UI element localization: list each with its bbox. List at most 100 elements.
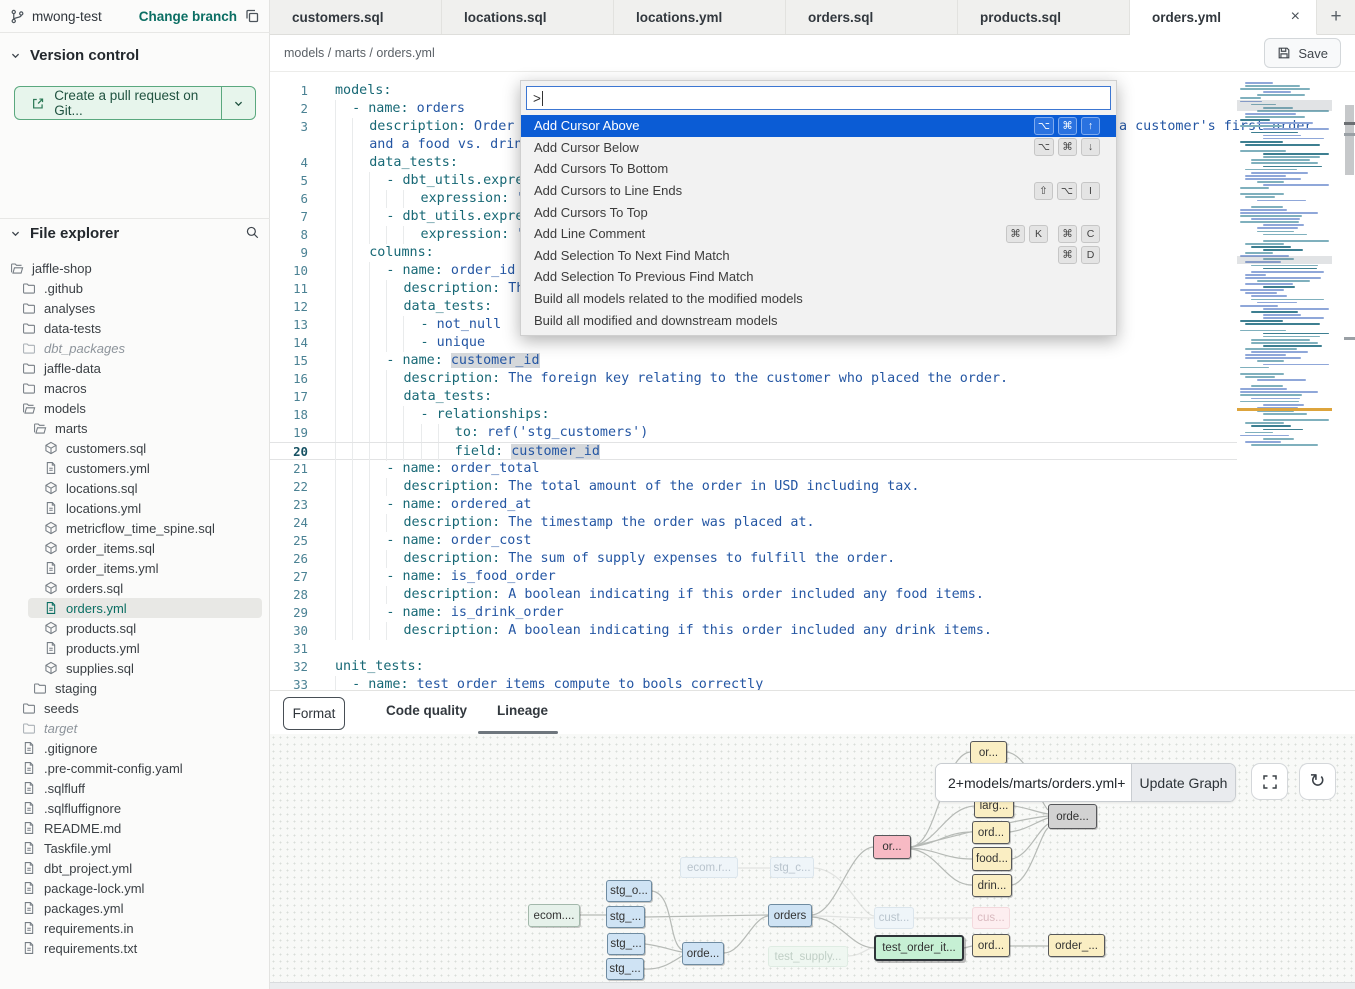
create-pr-button[interactable]: Create a pull request on Git... xyxy=(14,86,256,120)
update-graph-button[interactable]: Update Graph xyxy=(1131,764,1235,801)
tab-customers.sql[interactable]: customers.sql xyxy=(270,0,442,34)
file-explorer-header[interactable]: File explorer xyxy=(0,218,270,248)
code-line-25[interactable]: 25- name: order_cost xyxy=(270,532,1237,550)
code-line-32[interactable]: 32unit_tests: xyxy=(270,658,1237,676)
code-line-30[interactable]: 30description: A boolean indicating if t… xyxy=(270,622,1237,640)
command-item[interactable]: Add Line Comment⌘K⌘C xyxy=(521,223,1116,245)
scrollbar-thumb[interactable] xyxy=(1345,105,1354,175)
lineage-node-ecom[interactable]: ecom.... xyxy=(528,904,580,927)
tree-item-analyses[interactable]: analyses xyxy=(0,298,270,318)
tree-item-jaffle-data[interactable]: jaffle-data xyxy=(0,358,270,378)
tree-item-models[interactable]: models xyxy=(0,398,270,418)
lineage-canvas[interactable]: 2+models/marts/orders.yml+ Update Graph … xyxy=(270,734,1355,982)
tab-orders.sql[interactable]: orders.sql xyxy=(786,0,958,34)
command-item[interactable]: Add Selection To Previous Find Match xyxy=(521,266,1116,288)
tree-item-locations.sql[interactable]: locations.sql xyxy=(0,478,270,498)
command-item[interactable]: Add Cursor Below⌥⌘↓ xyxy=(521,137,1116,159)
tree-item-customers.yml[interactable]: customers.yml xyxy=(0,458,270,478)
lineage-node-stg[interactable]: stg_... xyxy=(606,906,645,928)
code-line-21[interactable]: 21- name: order_total xyxy=(270,460,1237,478)
tree-item-packages.yml[interactable]: packages.yml xyxy=(0,898,270,918)
refresh-button[interactable]: ↻ xyxy=(1299,763,1336,800)
command-palette-input[interactable]: > xyxy=(526,86,1111,110)
save-button[interactable]: Save xyxy=(1264,38,1341,68)
command-item[interactable]: Add Cursor Above⌥⌘↑ xyxy=(521,115,1116,137)
tree-item-Taskfile.yml[interactable]: Taskfile.yml xyxy=(0,838,270,858)
create-pr-main[interactable]: Create a pull request on Git... xyxy=(15,87,221,119)
code-line-27[interactable]: 27- name: is_food_order xyxy=(270,568,1237,586)
code-line-18[interactable]: 18- relationships: xyxy=(270,406,1237,424)
tree-item-products.sql[interactable]: products.sql xyxy=(0,618,270,638)
format-button[interactable]: Format xyxy=(283,697,345,730)
editor-scrollbar[interactable] xyxy=(1344,72,1355,690)
lineage-node-drin[interactable]: drin... xyxy=(972,874,1012,897)
tree-item-.pre-commit-config.yaml[interactable]: .pre-commit-config.yaml xyxy=(0,758,270,778)
code-line-23[interactable]: 23- name: ordered_at xyxy=(270,496,1237,514)
code-line-24[interactable]: 24description: The timestamp the order w… xyxy=(270,514,1237,532)
tab-locations.yml[interactable]: locations.yml xyxy=(614,0,786,34)
close-icon[interactable]: × xyxy=(1291,8,1300,26)
tree-item-locations.yml[interactable]: locations.yml xyxy=(0,498,270,518)
command-item[interactable]: Build all modified and downstream models xyxy=(521,309,1116,331)
tab-code-quality[interactable]: Code quality xyxy=(386,703,467,718)
lineage-node-or[interactable]: or... xyxy=(970,741,1007,764)
tree-item-order_items.yml[interactable]: order_items.yml xyxy=(0,558,270,578)
tab-orders.yml[interactable]: orders.yml× xyxy=(1130,0,1317,35)
lineage-node-ord[interactable]: ord... xyxy=(972,934,1010,957)
lineage-node-stgc[interactable]: stg_c... xyxy=(770,857,814,878)
search-icon[interactable] xyxy=(245,225,260,240)
lineage-node-ord[interactable]: ord... xyxy=(972,821,1010,844)
lineage-node-orde[interactable]: orde... xyxy=(682,942,724,965)
lineage-search-input[interactable]: 2+models/marts/orders.yml+ xyxy=(936,764,1131,801)
code-line-33[interactable]: 33- name: test_order_items_compute_to_bo… xyxy=(270,676,1237,690)
tab-lineage[interactable]: Lineage xyxy=(497,703,548,718)
code-line-22[interactable]: 22description: The total amount of the o… xyxy=(270,478,1237,496)
tab-products.sql[interactable]: products.sql xyxy=(958,0,1130,34)
tree-item-supplies.sql[interactable]: supplies.sql xyxy=(0,658,270,678)
code-line-16[interactable]: 16description: The foreign key relating … xyxy=(270,370,1237,388)
command-item[interactable]: Add Cursors to Line Ends⇧⌥I xyxy=(521,180,1116,202)
code-line-29[interactable]: 29- name: is_drink_order xyxy=(270,604,1237,622)
lineage-node-orde[interactable]: orde... xyxy=(1048,804,1097,829)
tree-item-requirements.in[interactable]: requirements.in xyxy=(0,918,270,938)
lineage-node-order[interactable]: order_... xyxy=(1048,934,1105,957)
command-item[interactable]: Add Selection To Next Find Match⌘D xyxy=(521,245,1116,267)
tree-item-dbt_packages[interactable]: dbt_packages xyxy=(0,338,270,358)
command-item[interactable]: Add Cursors To Top xyxy=(521,201,1116,223)
code-line-20[interactable]: 20field: customer_id xyxy=(270,442,1237,460)
tree-item-marts[interactable]: marts xyxy=(0,418,270,438)
tree-item-staging[interactable]: staging xyxy=(0,678,270,698)
new-tab-button[interactable]: + xyxy=(1317,0,1355,34)
lineage-node-food[interactable]: food... xyxy=(972,847,1012,871)
lineage-node-testorderit[interactable]: test_order_it... xyxy=(874,935,964,961)
minimap[interactable] xyxy=(1237,82,1332,522)
version-control-header[interactable]: Version control xyxy=(10,47,139,64)
tree-item-dbt_project.yml[interactable]: dbt_project.yml xyxy=(0,858,270,878)
tree-item-README.md[interactable]: README.md xyxy=(0,818,270,838)
tree-item-products.yml[interactable]: products.yml xyxy=(0,638,270,658)
code-line-31[interactable]: 31 xyxy=(270,640,1237,658)
code-line-19[interactable]: 19to: ref('stg_customers') xyxy=(270,424,1237,442)
tab-locations.sql[interactable]: locations.sql xyxy=(442,0,614,34)
tree-item-.github[interactable]: .github xyxy=(0,278,270,298)
change-branch-link[interactable]: Change branch xyxy=(139,9,237,24)
tree-item-package-lock.yml[interactable]: package-lock.yml xyxy=(0,878,270,898)
tree-item-macros[interactable]: macros xyxy=(0,378,270,398)
code-line-26[interactable]: 26description: The sum of supply expense… xyxy=(270,550,1237,568)
code-line-28[interactable]: 28description: A boolean indicating if t… xyxy=(270,586,1237,604)
tree-item-metricflow_time_spine.sql[interactable]: metricflow_time_spine.sql xyxy=(0,518,270,538)
lineage-node-cus[interactable]: cus... xyxy=(972,907,1010,929)
tree-item-seeds[interactable]: seeds xyxy=(0,698,270,718)
tree-item-requirements.txt[interactable]: requirements.txt xyxy=(0,938,270,958)
command-item[interactable]: Add Cursors To Bottom xyxy=(521,158,1116,180)
code-line-17[interactable]: 17data_tests: xyxy=(270,388,1237,406)
tree-item-order_items.sql[interactable]: order_items.sql xyxy=(0,538,270,558)
code-line-15[interactable]: 15- name: customer_id xyxy=(270,352,1237,370)
fullscreen-button[interactable] xyxy=(1251,763,1288,800)
lineage-node-testsupply[interactable]: test_supply... xyxy=(768,946,848,967)
lineage-node-ecomr[interactable]: ecom.r... xyxy=(680,857,738,878)
command-item[interactable]: Build all models related to the modified… xyxy=(521,288,1116,310)
lineage-node-or[interactable]: or... xyxy=(873,835,911,859)
tree-item-target[interactable]: target xyxy=(0,718,270,738)
lineage-node-cust[interactable]: cust... xyxy=(874,907,914,929)
